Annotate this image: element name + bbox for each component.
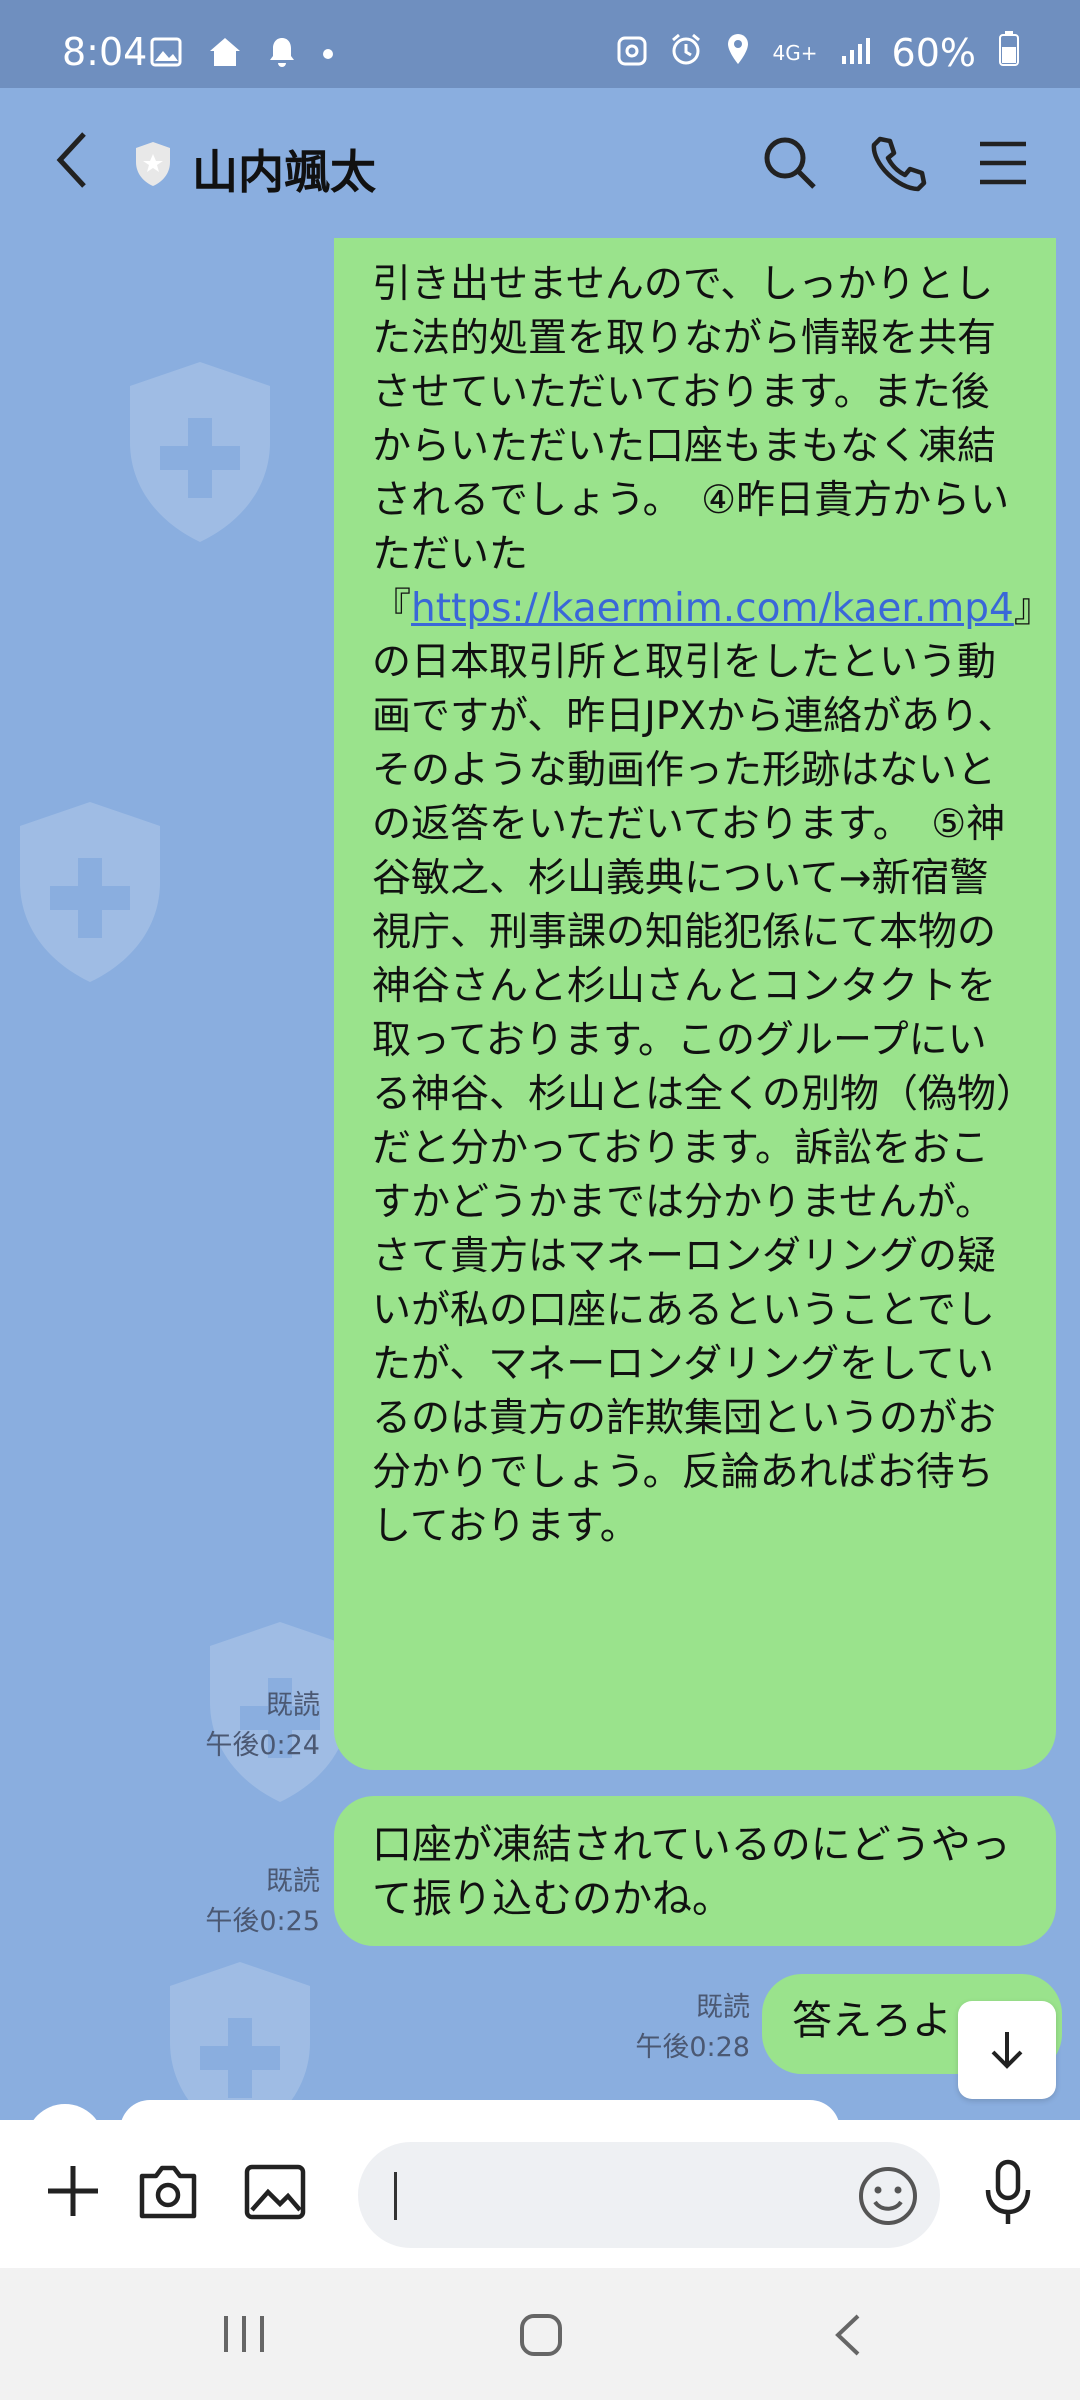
search-icon[interactable] <box>760 133 820 197</box>
status-bar: 8:04 4G+ 60% <box>0 0 1080 88</box>
read-receipt: 既読 <box>266 1866 320 1897</box>
shield-star-icon <box>132 140 174 192</box>
message-input[interactable] <box>358 2142 940 2248</box>
home-button-icon[interactable] <box>518 2312 564 2362</box>
message-link[interactable]: https://kaermim.com/kaer.mp4 <box>411 586 1014 631</box>
read-receipt: 既読 <box>696 1992 750 2023</box>
read-receipt: 既読 <box>266 1690 320 1721</box>
message-meta: 既読 午後0:24 <box>150 1686 320 1766</box>
home-icon <box>208 36 242 72</box>
chat-area[interactable]: 引き出せませんので、しっかりとした法的処置を取りながら情報を共有させていただいて… <box>0 238 1080 2120</box>
signal-icon <box>840 31 870 75</box>
location-icon <box>725 31 751 75</box>
avatar[interactable] <box>26 2104 104 2120</box>
plus-icon[interactable] <box>46 2164 100 2222</box>
phone-icon[interactable] <box>868 133 928 197</box>
message-text: 答えろよ <box>792 1998 952 2044</box>
incoming-bubble-partial <box>120 2100 840 2120</box>
status-time: 8:04 <box>62 30 148 74</box>
back-arrow-icon[interactable] <box>52 128 92 196</box>
bell-icon <box>268 36 296 72</box>
text-caret <box>394 2172 397 2220</box>
message-bubble-sent[interactable]: 引き出せませんので、しっかりとした法的処置を取りながら情報を共有させていただいて… <box>334 238 1056 1770</box>
message-text: 引き出せませんので、しっかりとした法的処置を取りながら情報を共有させていただいて… <box>372 262 1053 1549</box>
dot-icon <box>322 45 334 64</box>
network-type: 4G+ <box>772 40 818 65</box>
system-nav-bar <box>0 2268 1080 2400</box>
menu-icon[interactable] <box>976 136 1030 194</box>
mic-icon[interactable] <box>982 2158 1034 2232</box>
battery-percent: 60% <box>891 30 976 75</box>
shield-watermark-icon <box>170 1962 310 2120</box>
shield-watermark-icon <box>20 802 160 982</box>
emoji-icon[interactable] <box>856 2162 920 2268</box>
message-time: 午後0:28 <box>635 2032 750 2063</box>
alarm-icon <box>669 31 703 75</box>
chat-title: 山内颯太 <box>192 145 376 199</box>
message-meta: 既読 午後0:25 <box>150 1862 320 1942</box>
message-time: 午後0:25 <box>205 1906 320 1937</box>
battery-icon <box>998 30 1020 75</box>
scroll-to-bottom-button[interactable] <box>958 2001 1056 2099</box>
arrow-down-icon <box>991 2032 1023 2069</box>
recent-apps-icon[interactable] <box>220 2312 268 2360</box>
message-bubble-sent[interactable]: 口座が凍結されているのにどうやって振り込むのかね。 <box>334 1796 1056 1946</box>
recycle-icon <box>617 31 647 75</box>
message-input-bar <box>0 2120 1080 2268</box>
image-icon[interactable] <box>244 2162 306 2226</box>
gallery-icon <box>150 36 182 72</box>
message-text: 口座が凍結されているのにどうやって振り込むのかね。 <box>372 1822 1011 1922</box>
message-time: 午後0:24 <box>205 1730 320 1761</box>
nav-back-icon[interactable] <box>828 2312 868 2362</box>
shield-watermark-icon <box>130 362 270 542</box>
chat-header: 山内颯太 <box>0 88 1080 238</box>
message-meta: 既読 午後0:28 <box>580 1988 750 2068</box>
camera-icon[interactable] <box>136 2162 200 2226</box>
